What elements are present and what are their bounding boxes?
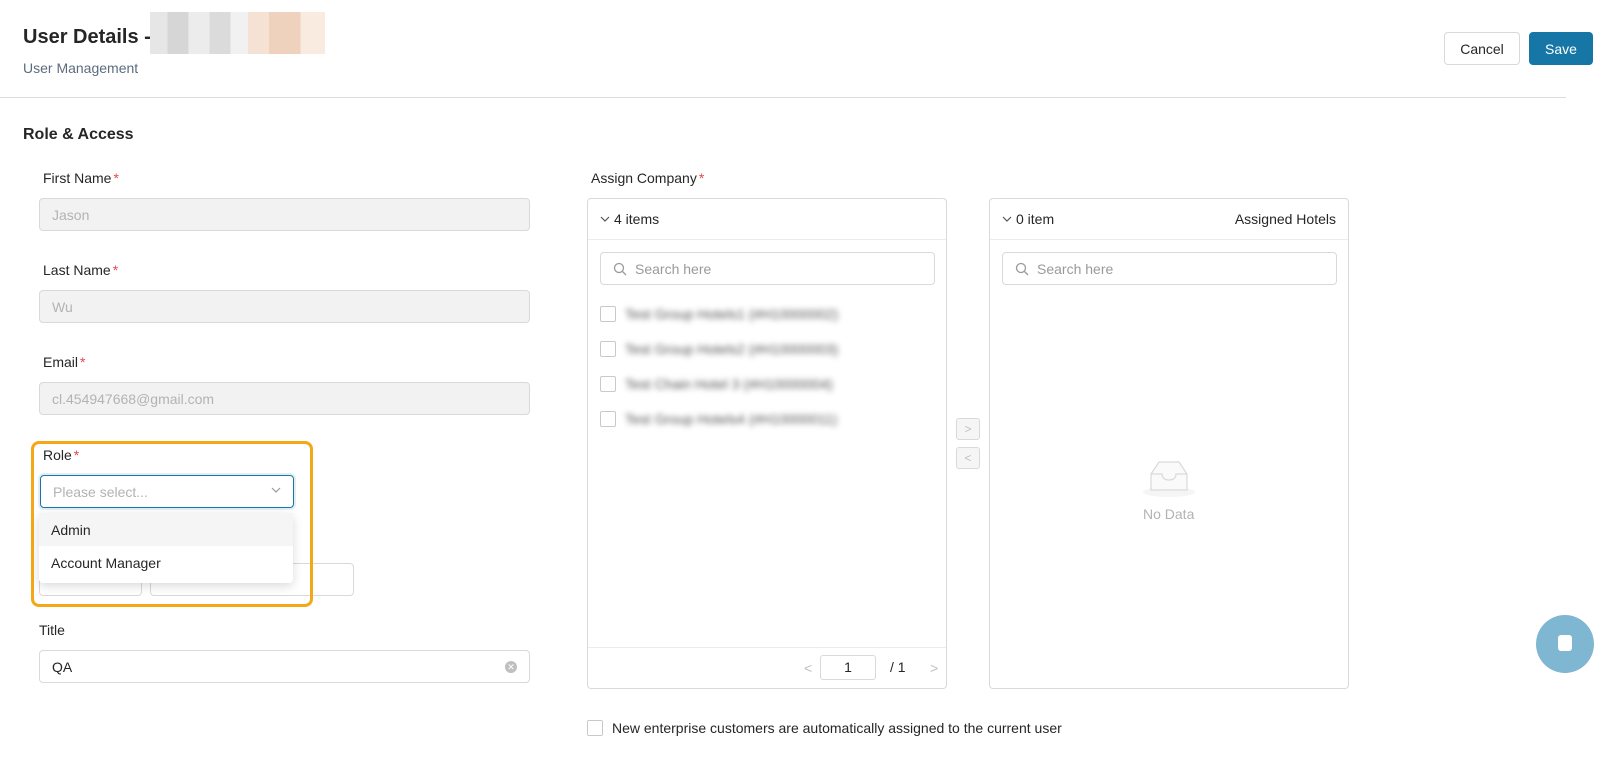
transfer-target-panel: 0 item Assigned Hotels Search here <box>989 198 1349 689</box>
transfer-target-header: 0 item Assigned Hotels <box>990 199 1348 240</box>
move-left-button[interactable]: < <box>956 447 980 469</box>
page-header: User Details - User Management Cancel Sa… <box>0 0 1593 98</box>
chevron-down-icon[interactable] <box>600 214 610 224</box>
required-mark: * <box>112 262 119 278</box>
target-search-placeholder: Search here <box>1037 260 1114 277</box>
first-name-label-text: First Name <box>43 170 112 186</box>
source-count: 4 items <box>614 211 660 227</box>
list-item[interactable]: Test Chain Hotel 3 (#H10000004) <box>600 374 833 394</box>
role-placeholder: Please select... <box>53 483 148 500</box>
role-option-account-manager[interactable]: Account Manager <box>39 546 293 579</box>
page-number-input[interactable]: 1 <box>820 655 876 680</box>
chevron-down-icon[interactable] <box>1002 214 1012 224</box>
source-pagination: < 1 / 1 > <box>588 647 946 688</box>
required-mark: * <box>698 170 705 186</box>
transfer-source-panel: 4 items Search here Test Group Hotels1 (… <box>587 198 947 689</box>
pager-next-button[interactable]: > <box>930 660 938 676</box>
email-label-text: Email <box>43 354 79 370</box>
item-label: Test Group Hotels2 (#H10000003) <box>625 341 839 357</box>
auto-assign-option[interactable]: New enterprise customers are automatical… <box>587 720 1062 736</box>
email-field[interactable]: cl.454947668@gmail.com <box>39 382 530 415</box>
item-checkbox[interactable] <box>600 341 616 357</box>
target-search-input[interactable]: Search here <box>1002 252 1337 285</box>
assign-company-label-text: Assign Company <box>591 170 697 186</box>
required-mark: * <box>113 170 119 186</box>
first-name-label: First Name * <box>43 170 119 186</box>
help-chat-button[interactable] <box>1536 615 1594 673</box>
required-mark: * <box>80 354 86 370</box>
role-label: Role * <box>43 447 79 463</box>
item-label: Test Group Hotels4 (#H10000011) <box>625 411 838 427</box>
item-label: Test Group Hotels1 (#H10000002) <box>625 306 839 322</box>
target-title: Assigned Hotels <box>1234 211 1336 227</box>
email-label: Email * <box>43 354 85 370</box>
item-checkbox[interactable] <box>600 306 616 322</box>
title-value: QA <box>52 658 73 675</box>
redacted-username <box>150 12 325 54</box>
page-total: / 1 <box>890 659 906 675</box>
item-checkbox[interactable] <box>600 376 616 392</box>
auto-assign-checkbox[interactable] <box>587 720 603 736</box>
first-name-field[interactable]: Jason <box>39 198 530 231</box>
title-label: Title <box>39 622 65 638</box>
search-icon <box>1015 262 1029 275</box>
breadcrumb[interactable]: User Management <box>23 60 138 76</box>
list-item[interactable]: Test Group Hotels2 (#H10000003) <box>600 339 838 359</box>
last-name-field[interactable]: Wu <box>39 290 530 323</box>
title-field[interactable]: QA ✕ <box>39 650 530 683</box>
chevron-down-icon <box>271 487 281 493</box>
cancel-button[interactable]: Cancel <box>1444 32 1520 65</box>
transfer-source-header: 4 items <box>588 199 946 240</box>
clear-icon[interactable]: ✕ <box>505 661 517 673</box>
target-count: 0 item <box>1016 211 1055 227</box>
list-item[interactable]: Test Group Hotels4 (#H10000011) <box>600 409 837 429</box>
source-search-placeholder: Search here <box>635 260 712 277</box>
last-name-label: Last Name * <box>43 262 118 278</box>
page-title: User Details - <box>23 26 151 48</box>
empty-state-text: No Data <box>1143 506 1195 522</box>
role-option-admin[interactable]: Admin <box>39 513 293 546</box>
pager-prev-button[interactable]: < <box>804 660 812 676</box>
last-name-label-text: Last Name <box>43 262 111 278</box>
assign-company-label: Assign Company * <box>591 170 704 186</box>
auto-assign-label: New enterprise customers are automatical… <box>612 720 1062 736</box>
item-label: Test Chain Hotel 3 (#H10000004) <box>625 376 833 392</box>
required-mark: * <box>73 447 80 463</box>
empty-inbox-icon <box>1143 461 1195 497</box>
list-item[interactable]: Test Group Hotels1 (#H10000002) <box>600 304 838 324</box>
move-right-button[interactable]: > <box>956 418 980 440</box>
save-button[interactable]: Save <box>1529 32 1593 65</box>
section-title: Role & Access <box>23 126 134 143</box>
item-checkbox[interactable] <box>600 411 616 427</box>
role-dropdown: Admin Account Manager <box>39 513 293 583</box>
source-search-input[interactable]: Search here <box>600 252 935 285</box>
search-icon <box>613 262 627 275</box>
role-select[interactable]: Please select... <box>40 475 294 508</box>
role-label-text: Role <box>43 447 72 463</box>
